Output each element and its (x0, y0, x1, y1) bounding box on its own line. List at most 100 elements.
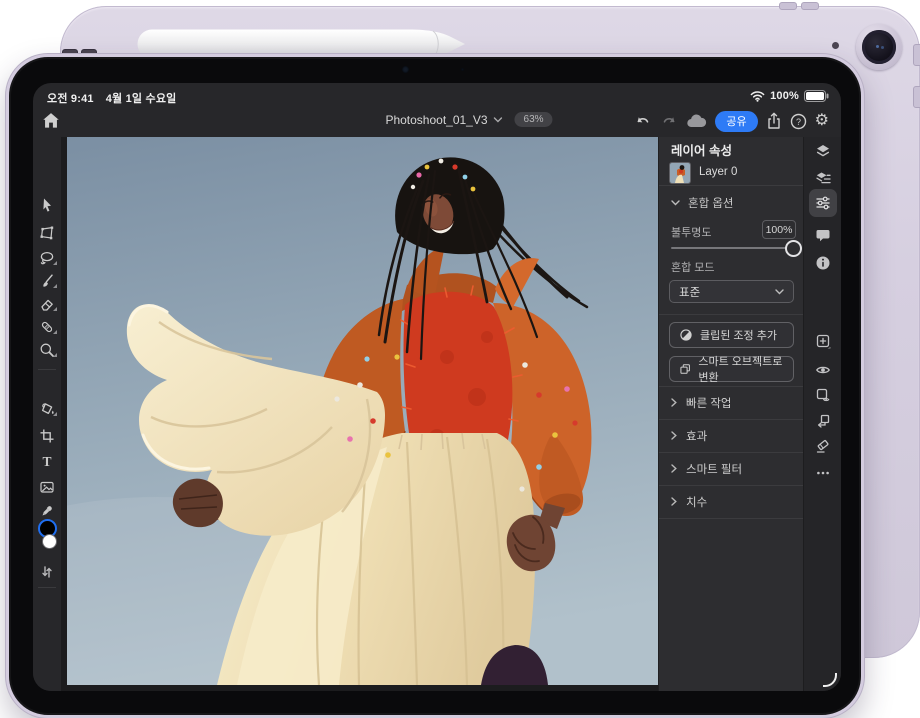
section-label: 빠른 작업 (686, 395, 732, 411)
ipad-front-device: 오전 9:41 4월 1일 수요일 100% (6, 54, 864, 718)
layer-thumbnail[interactable] (669, 162, 691, 184)
tool-bar: T (33, 137, 61, 691)
section-effects[interactable]: 효과 (659, 419, 804, 452)
opacity-value[interactable]: 100% (762, 220, 796, 239)
transform-tool[interactable] (39, 225, 55, 241)
layers-icon[interactable] (815, 143, 831, 159)
undo-icon[interactable] (634, 113, 652, 129)
adjustment-icon (679, 328, 693, 342)
move-tool[interactable] (39, 197, 55, 213)
status-time: 오전 9:41 (47, 90, 94, 106)
divider (659, 314, 804, 315)
opacity-label: 불투명도 (671, 224, 711, 240)
chevron-down-icon (671, 200, 680, 206)
add-clipped-adjustment-label: 클립된 조정 추가 (700, 327, 777, 343)
chevron-down-icon (494, 117, 503, 123)
status-bar-right: 100% (750, 90, 829, 102)
blend-mode-dropdown[interactable]: 표준 (669, 280, 794, 303)
section-label: 효과 (686, 428, 707, 444)
more-options-icon[interactable] (815, 465, 831, 481)
battery-icon (804, 90, 829, 102)
add-layer-icon[interactable] (815, 333, 831, 349)
swap-colors-icon[interactable] (39, 564, 55, 580)
crop-tool[interactable] (39, 428, 55, 444)
layer-name[interactable]: Layer 0 (699, 166, 737, 178)
topbar-actions: 공유 ? ⚙ (634, 109, 829, 133)
redo-icon[interactable] (660, 113, 678, 129)
chevron-right-icon (671, 431, 677, 440)
document-title[interactable]: Photoshoot_01_V3 (385, 113, 502, 127)
canvas-photo[interactable] (67, 137, 658, 685)
app-screen: 오전 9:41 4월 1일 수요일 100% (33, 83, 841, 691)
side-button (913, 44, 920, 66)
section-label: 치수 (686, 494, 707, 510)
chevron-right-icon (671, 464, 677, 473)
blend-mode-label: 혼합 모드 (671, 259, 715, 275)
blend-options-label: 혼합 옵션 (688, 195, 734, 211)
chevron-right-icon (671, 398, 677, 407)
adjustments-icon[interactable] (815, 195, 831, 211)
rear-mic-dot (832, 42, 839, 49)
rear-camera-lens (862, 30, 896, 64)
divider (659, 185, 804, 186)
convert-smart-object-label: 스마트 오브젝트로 변환 (698, 353, 793, 385)
layer-visibility-icon[interactable] (815, 362, 831, 378)
section-dimensions[interactable]: 치수 (659, 485, 804, 518)
share-button[interactable]: 공유 (715, 111, 757, 132)
add-clipped-adjustment-button[interactable]: 클립된 조정 추가 (669, 322, 794, 348)
help-icon[interactable]: ? (790, 113, 807, 130)
eyedropper-tool[interactable] (39, 503, 55, 519)
convert-smart-object-button[interactable]: 스마트 오브젝트로 변환 (669, 356, 794, 382)
tool-options-indicator (53, 353, 57, 357)
opacity-slider-track[interactable] (671, 247, 790, 249)
clear-layer-icon[interactable] (815, 438, 831, 454)
opacity-slider-knob[interactable] (785, 240, 802, 257)
smart-object-icon (679, 362, 691, 376)
divider (38, 369, 56, 370)
type-tool[interactable]: T (39, 453, 55, 469)
svg-text:T: T (42, 454, 51, 469)
front-camera (402, 66, 409, 73)
clipping-mask-icon[interactable] (815, 413, 831, 429)
blend-mode-value: 표준 (679, 284, 700, 300)
tool-options-indicator (53, 330, 57, 334)
battery-percent: 100% (770, 90, 799, 102)
document-title-text: Photoshoot_01_V3 (385, 113, 487, 127)
export-icon[interactable] (766, 112, 782, 130)
home-icon[interactable] (41, 111, 61, 130)
panel-resize-handle[interactable] (823, 673, 837, 687)
layer-properties-icon[interactable] (815, 170, 831, 186)
settings-gear-icon[interactable]: ⚙ (815, 113, 829, 129)
front-sensor (461, 68, 464, 71)
place-photo-tool[interactable] (39, 479, 55, 495)
tool-options-indicator (53, 412, 57, 416)
side-button (913, 86, 920, 108)
hero-scene: 오전 9:41 4월 1일 수요일 100% (0, 0, 920, 718)
section-smart-filters[interactable]: 스마트 필터 (659, 452, 804, 485)
blend-options-toggle[interactable]: 혼합 옵션 (671, 194, 734, 212)
canvas-area[interactable] (61, 137, 658, 691)
document-title-group[interactable]: Photoshoot_01_V3 63% (385, 112, 552, 127)
tool-options-indicator (53, 284, 57, 288)
comments-icon[interactable] (815, 227, 831, 243)
layer-properties-panel: 레이어 속성 Layer 0 혼합 옵션 (658, 137, 804, 691)
chevron-right-icon (671, 497, 677, 506)
status-bar: 오전 9:41 4월 1일 수요일 (47, 90, 176, 106)
background-color-swatch[interactable] (42, 534, 57, 549)
task-bar (803, 137, 841, 691)
tool-options-indicator (53, 261, 57, 265)
zoom-level-badge[interactable]: 63% (515, 112, 553, 127)
chevron-down-icon (775, 289, 784, 295)
volume-button (779, 2, 797, 10)
cloud-sync-icon[interactable] (686, 114, 707, 129)
wifi-icon (750, 90, 765, 102)
section-quick-actions[interactable]: 빠른 작업 (659, 386, 804, 419)
volume-button (801, 2, 819, 10)
info-icon[interactable] (815, 255, 831, 271)
rear-camera (856, 24, 902, 70)
divider (659, 518, 804, 519)
tool-options-indicator (53, 307, 57, 311)
status-date: 4월 1일 수요일 (106, 90, 177, 106)
panel-title: 레이어 속성 (671, 140, 732, 159)
layer-mask-icon[interactable] (815, 387, 831, 403)
